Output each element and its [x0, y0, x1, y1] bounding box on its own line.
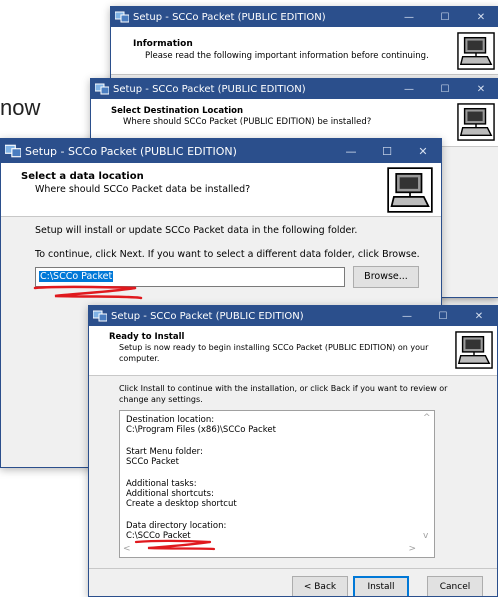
window-title: Setup - SCCo Packet (PUBLIC EDITION)	[133, 11, 326, 23]
window-title: Setup - SCCo Packet (PUBLIC EDITION)	[113, 83, 306, 95]
close-button[interactable]: ✕	[405, 145, 441, 158]
wizard-header: Information Please read the following im…	[111, 27, 498, 75]
scroll-down-arrow-icon[interactable]: v	[423, 531, 428, 541]
maximize-button[interactable]: ☐	[427, 84, 463, 95]
minimize-button[interactable]: —	[389, 311, 425, 322]
info-text-folder: Setup will install or update SCCo Packet…	[35, 225, 358, 236]
titlebar[interactable]: Setup - SCCo Packet (PUBLIC EDITION) — ☐…	[89, 306, 497, 326]
computer-setup-icon	[455, 331, 493, 369]
header-subtitle-line1: Setup is now ready to begin installing S…	[119, 343, 429, 352]
computer-setup-icon	[457, 32, 495, 70]
back-button[interactable]: < Back	[292, 576, 348, 596]
setup-app-icon	[93, 310, 107, 322]
close-button[interactable]: ✕	[461, 311, 497, 322]
data-folder-value: C:\SCCo Packet	[39, 271, 114, 282]
memo-line: Additional shortcuts:	[126, 489, 214, 499]
memo-line: SCCo Packet	[126, 457, 179, 467]
header-title: Information	[133, 39, 193, 49]
background-text: now	[0, 95, 41, 120]
scroll-up-arrow-icon[interactable]: ^	[423, 413, 431, 423]
maximize-button[interactable]: ☐	[369, 145, 405, 158]
header-title: Select a data location	[21, 171, 144, 182]
titlebar[interactable]: Setup - SCCo Packet (PUBLIC EDITION) — ☐…	[1, 139, 441, 163]
minimize-button[interactable]: —	[391, 84, 427, 95]
install-summary-memo[interactable]: Destination location: C:\Program Files (…	[119, 410, 435, 558]
computer-setup-icon	[387, 167, 433, 213]
wizard-header: Select a data location Where should SCCo…	[1, 163, 441, 217]
info-text-continue: To continue, click Next. If you want to …	[35, 249, 420, 260]
setup-window-ready-to-install: Setup - SCCo Packet (PUBLIC EDITION) — ☐…	[88, 305, 498, 597]
scroll-right-arrow-icon[interactable]: >	[408, 544, 416, 554]
browse-button[interactable]: Browse...	[353, 266, 419, 288]
computer-setup-icon	[457, 103, 495, 141]
titlebar[interactable]: Setup - SCCo Packet (PUBLIC EDITION) — ☐…	[111, 7, 498, 27]
wizard-header: Ready to Install Setup is now ready to b…	[89, 326, 497, 376]
install-button[interactable]: Install	[353, 576, 409, 596]
window-title: Setup - SCCo Packet (PUBLIC EDITION)	[111, 310, 304, 322]
memo-line: C:\Program Files (x86)\SCCo Packet	[126, 425, 276, 435]
titlebar[interactable]: Setup - SCCo Packet (PUBLIC EDITION) — ☐…	[91, 79, 498, 99]
header-title: Ready to Install	[109, 332, 185, 342]
setup-app-icon	[5, 144, 21, 158]
memo-line: Destination location:	[126, 415, 215, 425]
memo-line: Create a desktop shortcut	[126, 499, 237, 509]
vertical-scrollbar[interactable]: ^ v	[420, 411, 434, 543]
setup-app-icon	[115, 11, 129, 23]
header-subtitle: Where should SCCo Packet (PUBLIC EDITION…	[123, 117, 372, 127]
cancel-button[interactable]: Cancel	[427, 576, 483, 596]
intro-text-line1: Click Install to continue with the insta…	[119, 384, 448, 393]
setup-app-icon	[95, 83, 109, 95]
header-subtitle: Where should SCCo Packet data be install…	[35, 184, 251, 195]
intro-text-line2: change any settings.	[119, 395, 203, 404]
minimize-button[interactable]: —	[333, 145, 369, 158]
memo-line: Start Menu folder:	[126, 447, 203, 457]
header-subtitle-line2: computer.	[119, 354, 160, 363]
maximize-button[interactable]: ☐	[427, 12, 463, 23]
maximize-button[interactable]: ☐	[425, 311, 461, 322]
memo-line: Additional tasks:	[126, 479, 197, 489]
window-title: Setup - SCCo Packet (PUBLIC EDITION)	[25, 144, 237, 158]
header-title: Select Destination Location	[111, 106, 243, 116]
close-button[interactable]: ✕	[463, 12, 498, 23]
red-underline-annotation	[33, 285, 143, 300]
close-button[interactable]: ✕	[463, 84, 498, 95]
memo-line: Data directory location:	[126, 521, 227, 531]
bottom-separator	[89, 568, 497, 569]
header-subtitle: Please read the following important info…	[145, 51, 429, 61]
minimize-button[interactable]: —	[391, 12, 427, 23]
red-underline-annotation	[134, 539, 216, 551]
